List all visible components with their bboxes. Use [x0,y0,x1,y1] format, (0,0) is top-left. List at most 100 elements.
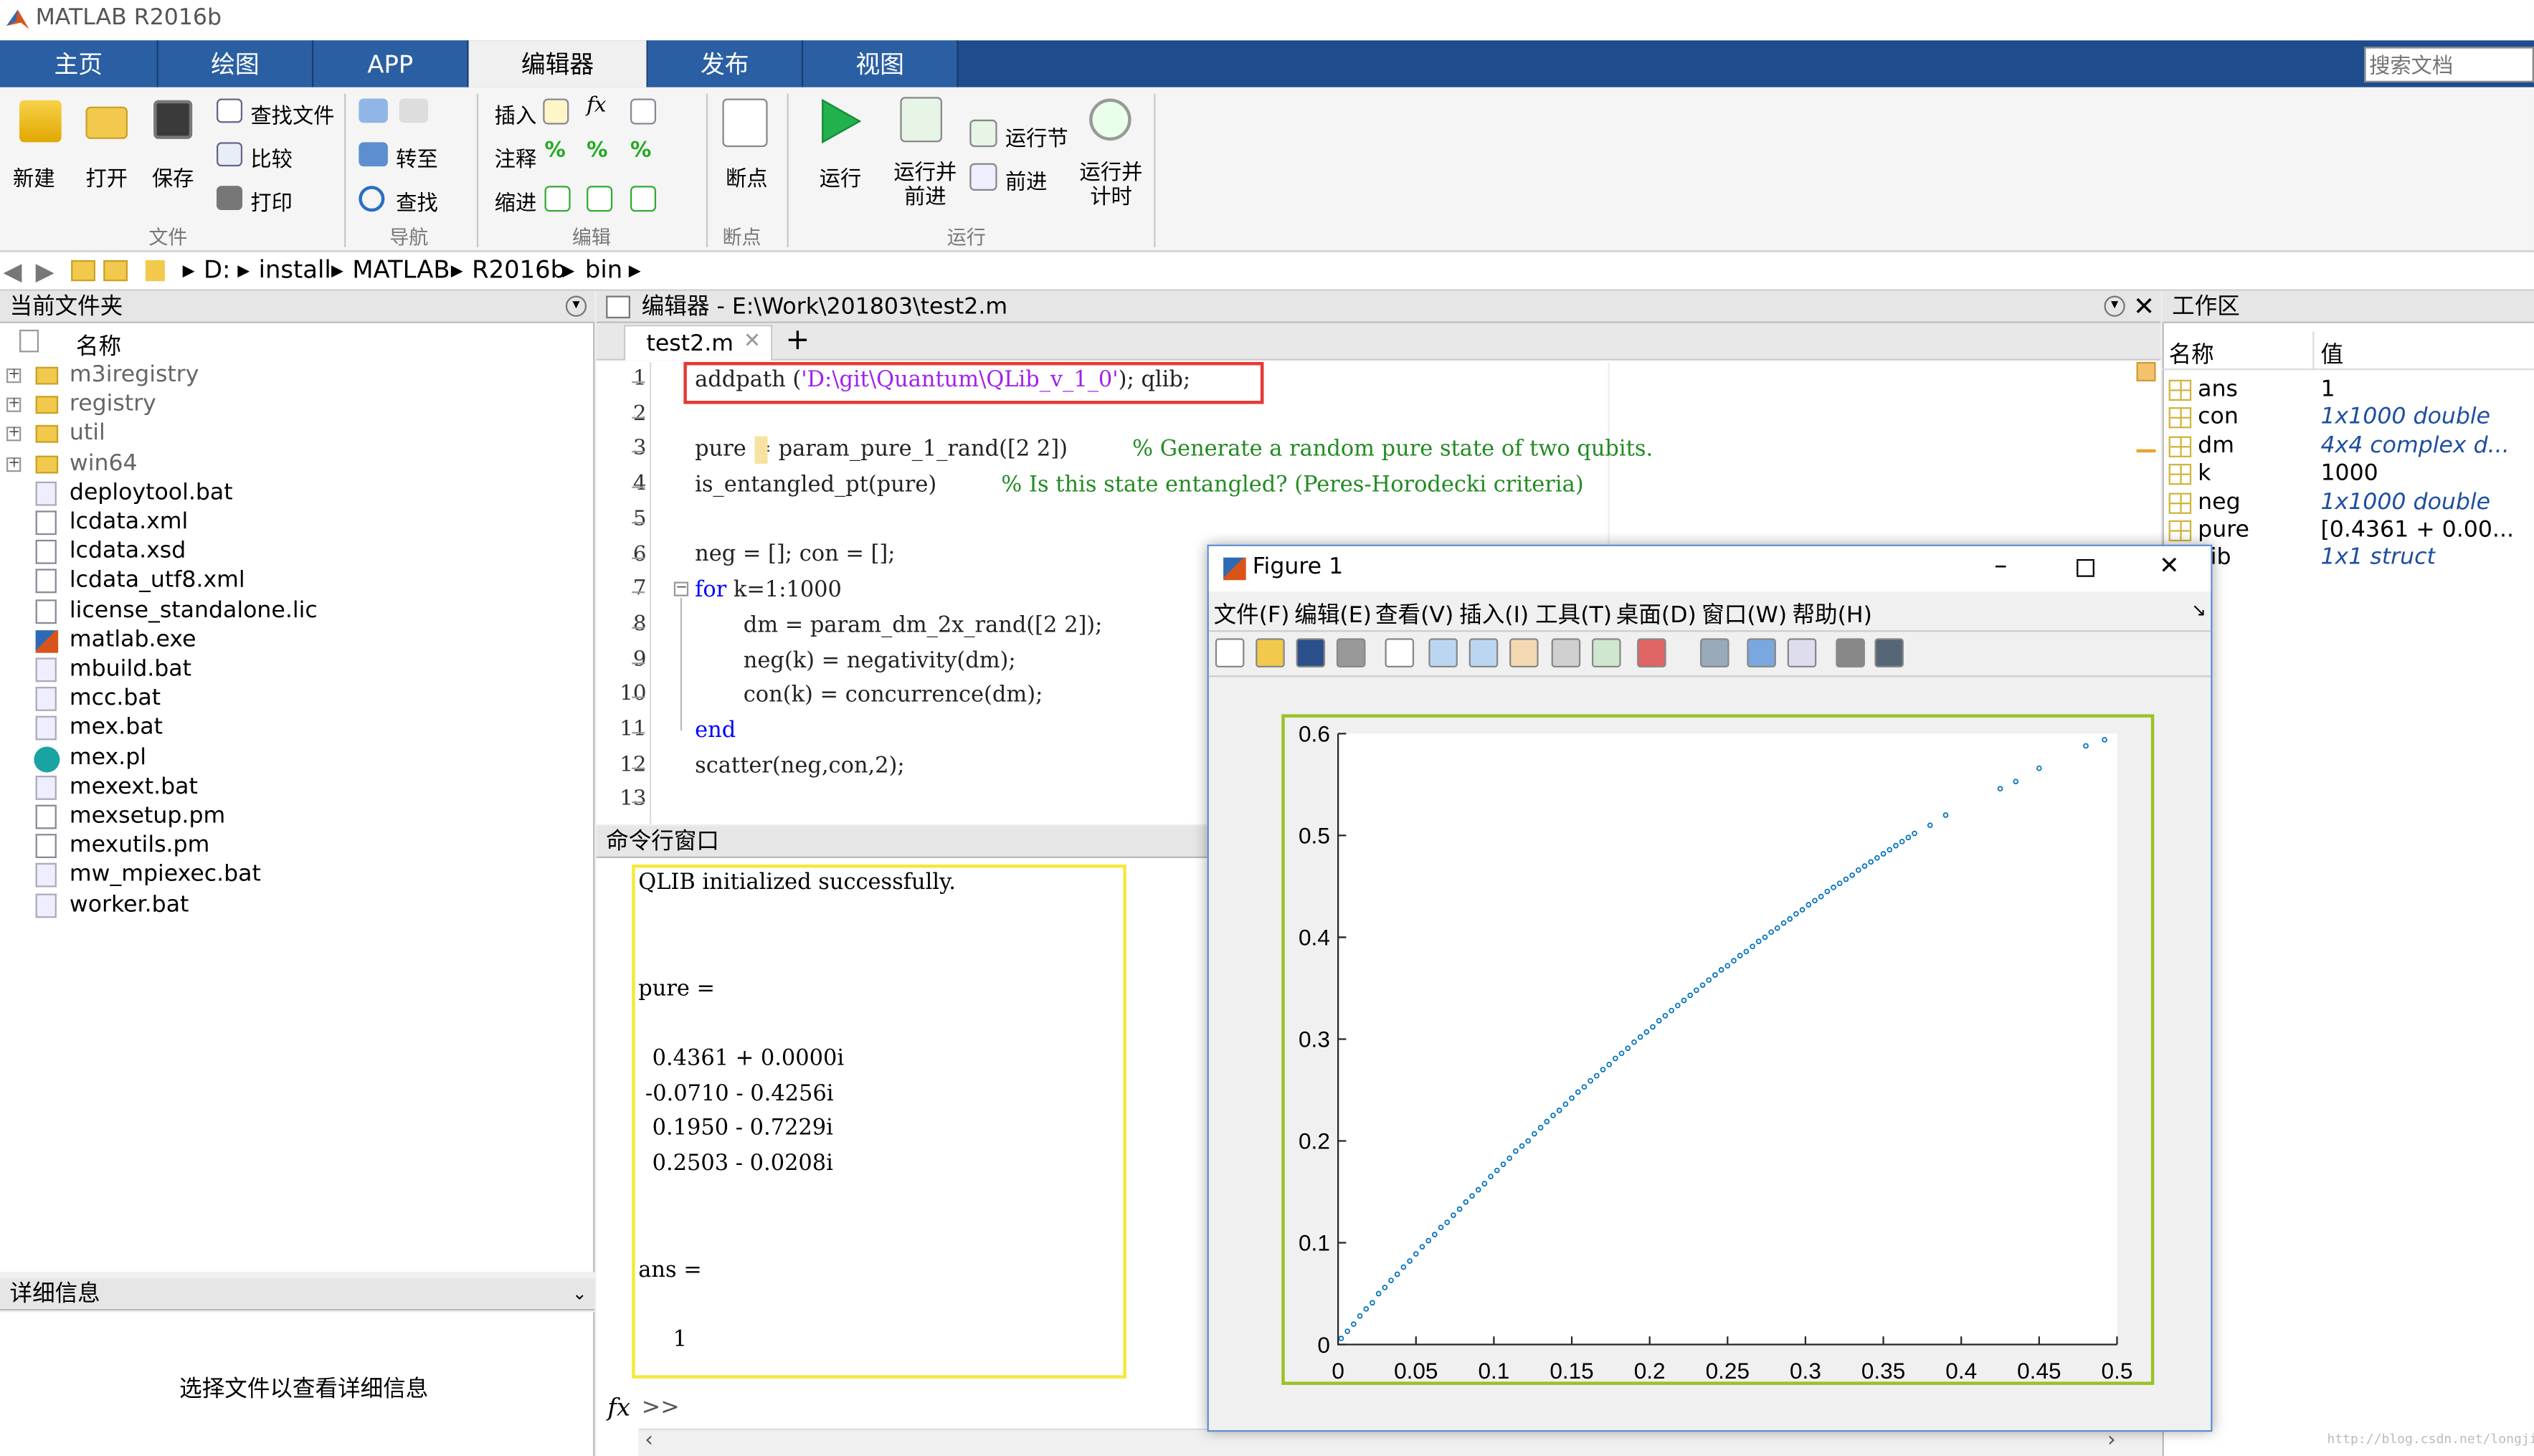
collapse-chevron-icon[interactable]: ⌄ [572,1283,587,1304]
workspace-variable-value[interactable]: 1000 [2320,461,2378,487]
data-cursor-icon[interactable] [1591,638,1621,667]
ws-column-name[interactable]: 名称 [2169,338,2214,370]
close-editor-icon[interactable]: ✕ [2133,291,2155,322]
editor-tab[interactable]: test2.m ✕ [623,325,773,361]
close-figure-icon[interactable]: ✕ [2159,551,2179,581]
maximize-icon[interactable] [2077,558,2094,577]
horizontal-scrollbar[interactable] [638,1428,2161,1456]
advance-button[interactable]: 前进 [1005,165,1048,196]
print-icon[interactable] [217,186,243,211]
new-icon[interactable] [19,100,62,143]
back-arrow-icon[interactable] [359,98,388,123]
run-and-time-icon[interactable] [1089,98,1131,141]
search-documentation-input[interactable] [2364,47,2534,82]
tab-view[interactable]: 视图 [803,40,959,87]
tab-publish[interactable]: 发布 [647,40,804,87]
file-list-item[interactable]: win64 [70,450,138,476]
insert-section-icon[interactable] [543,98,569,125]
file-list-item[interactable]: mex.bat [70,715,163,741]
path-segment[interactable]: MATLAB [352,255,450,285]
workspace-variable-name[interactable]: pure [2198,517,2249,543]
scroll-right-icon[interactable]: › [2107,1429,2116,1453]
file-list-item[interactable]: lcdata_utf8.xml [70,568,245,594]
file-list-item[interactable]: mbuild.bat [70,656,191,682]
code-line[interactable]: pure = param_pure_1_rand([2 2])% Generat… [695,437,1653,462]
print-button[interactable]: 打印 [250,186,293,217]
increase-indent-icon[interactable] [630,186,657,212]
save-button-label[interactable]: 保存 [152,161,194,192]
print-figure-icon[interactable] [1336,638,1366,667]
breakpoints-button[interactable]: 断点 [726,161,768,192]
workspace-variable-name[interactable]: con [2198,404,2239,430]
plot-area[interactable] [1338,733,2117,1345]
function-browser-icon[interactable]: fx [607,1393,630,1422]
figure-menu-item[interactable]: 插入(I) [1459,598,1529,630]
up-folder-icon[interactable] [71,260,95,282]
scatter-chart[interactable]: 0 0.05 0.1 0.15 0.2 0.25 0.3 0.35 0.4 0.45 0.5 0 0.1… [1285,718,2151,1382]
dock-arrow-icon[interactable]: ↘ [2191,599,2206,620]
run-and-time-button[interactable]: 运行并 计时 [1080,161,1143,210]
goto-button[interactable]: 转至 [396,142,438,173]
file-list-item[interactable]: worker.bat [70,891,189,917]
wrap-comment-icon[interactable]: % [630,139,651,163]
workspace-variable-value[interactable]: 4x4 complex d... [2320,433,2509,459]
new-tab-icon[interactable]: + [785,323,810,357]
file-list-item[interactable]: lcdata.xml [70,509,188,535]
workspace-variable-name[interactable]: k [2198,461,2211,487]
tab-apps[interactable]: APP [313,40,469,87]
figure-menu-item[interactable]: 编辑(E) [1294,598,1372,630]
warning-marker[interactable] [2136,449,2156,453]
back-icon[interactable]: ◀ [4,257,22,286]
figure-menu-item[interactable]: 桌面(D) [1616,598,1697,630]
figure-menu-item[interactable]: 文件(F) [1214,598,1290,630]
code-analyzer-indicator[interactable] [2136,361,2156,381]
file-list-item[interactable]: mw_mpiexec.bat [70,862,261,888]
rotate-3d-icon[interactable] [1551,638,1581,667]
expand-icon[interactable]: + [6,456,22,472]
file-list-item[interactable]: deploytool.bat [70,480,233,505]
file-list-item[interactable]: matlab.exe [70,627,196,652]
code-line[interactable]: for k=1:1000 [695,577,842,603]
file-list-item[interactable]: mcc.bat [70,685,161,711]
open-file-icon[interactable] [1256,638,1285,667]
indent-button[interactable]: 缩进 [495,186,537,217]
file-list-item[interactable]: m3iregistry [70,362,199,388]
path-segment[interactable]: install [259,255,331,285]
expand-icon[interactable]: + [6,368,22,384]
run-section-icon[interactable] [969,119,997,148]
find-button[interactable]: 查找 [396,186,438,217]
path-segment[interactable]: R2016b [472,255,566,285]
editor-menu-icon[interactable]: ▾ [2104,295,2125,317]
figure-menu-item[interactable]: 查看(V) [1375,598,1453,630]
open-icon[interactable] [85,106,128,139]
code-line[interactable]: scatter(neg,con,2); [695,753,905,779]
figure-menu-item[interactable]: 窗口(W) [1702,598,1787,630]
file-list-item[interactable]: mexext.bat [70,774,198,799]
workspace-variable-value[interactable]: 1x1000 double [2320,404,2490,430]
file-list-item[interactable]: mexsetup.pm [70,803,225,829]
run-section-button[interactable]: 运行节 [1005,121,1068,152]
show-plot-tools-icon[interactable] [1874,638,1904,667]
breakpoints-icon[interactable] [722,98,768,148]
file-list-item[interactable]: license_standalone.lic [70,597,318,623]
uncomment-icon[interactable]: % [587,139,607,163]
code-line[interactable]: is_entangled_pt(pure)% Is this state ent… [695,472,1583,498]
run-and-advance-icon[interactable] [900,97,942,143]
open-button-label[interactable]: 打开 [85,161,128,192]
workspace-variable-value[interactable]: 1 [2320,376,2335,402]
workspace-variable-value[interactable]: 1x1000 double [2320,489,2490,515]
workspace-variable-value[interactable]: [0.4361 + 0.00... [2320,517,2514,543]
compare-icon[interactable] [217,142,243,167]
close-tab-icon[interactable]: ✕ [744,330,761,354]
new-figure-icon[interactable] [1215,638,1245,667]
ws-column-value[interactable]: 值 [2320,338,2343,370]
expand-icon[interactable]: + [6,427,22,442]
workspace-variable-value[interactable]: 1x1 struct [2320,546,2435,571]
file-list-item[interactable]: util [70,421,105,447]
figure-menu-item[interactable]: 工具(T) [1535,598,1612,630]
hide-plot-tools-icon[interactable] [1836,638,1865,667]
path-segment[interactable]: bin [585,255,622,285]
smart-indent-icon[interactable] [544,186,571,212]
workspace-variable-name[interactable]: ans [2198,376,2238,402]
code-line[interactable]: dm = param_dm_2x_rand([2 2]); [744,612,1103,638]
